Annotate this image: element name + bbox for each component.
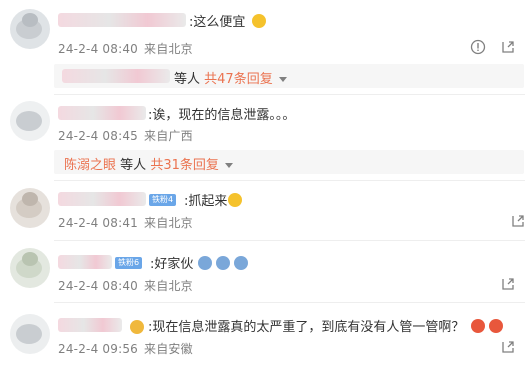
smile-emoji-icon (252, 14, 266, 28)
comment-text: :这么便宜 (189, 15, 246, 30)
divider (54, 180, 525, 181)
comment-location: 来自北京 (144, 42, 193, 56)
divider (54, 240, 525, 241)
divider (54, 302, 525, 303)
comment-location: 来自北京 (144, 216, 193, 230)
avatar[interactable] (10, 188, 50, 228)
comment-meta: 24-2-4 08:40 来自北京 (58, 40, 199, 57)
comment-location: 来自安徽 (144, 342, 193, 356)
comment-time: 24-2-4 08:45 (58, 129, 138, 143)
emoji-icon (471, 319, 485, 333)
reply-summary[interactable]: 等人 共47条回复 (54, 64, 524, 88)
fan-badge: 铁粉4 (149, 194, 177, 206)
comment-time: 24-2-4 08:40 (58, 279, 138, 293)
comment-location: 来自广西 (144, 129, 193, 143)
comment-location: 来自北京 (144, 279, 193, 293)
comment-text: :诶，现在的信息泄露。。。 (148, 108, 296, 123)
reply-suffix: 等人 (120, 158, 147, 173)
reply-count-link[interactable]: 共31条回复 (150, 158, 219, 173)
username-blurred[interactable] (58, 106, 146, 120)
avatar[interactable] (10, 314, 50, 354)
fan-badge: 铁粉6 (115, 257, 143, 269)
username-blurred[interactable] (58, 318, 122, 332)
comment-text: :好家伙 (150, 257, 194, 272)
username-blurred[interactable] (58, 255, 112, 269)
reply-names-blurred (62, 69, 170, 83)
comment-meta: 24-2-4 09:56 来自安徽 (58, 340, 199, 357)
comment-text: :抓起来 (184, 194, 228, 209)
comment-time: 24-2-4 08:40 (58, 42, 138, 56)
share-icon[interactable] (500, 339, 516, 355)
comment-time: 24-2-4 08:41 (58, 216, 138, 230)
comment-time: 24-2-4 09:56 (58, 342, 138, 356)
info-circle-icon[interactable] (470, 39, 486, 55)
emoji-icon (228, 193, 242, 207)
avatar[interactable] (10, 248, 50, 288)
reply-suffix: 等人 (174, 72, 201, 87)
comment-text: :现在信息泄露真的太严重了，到底有没有人管一管啊？ (148, 320, 465, 335)
chevron-down-icon (224, 163, 233, 168)
emoji-icon (489, 319, 503, 333)
share-icon[interactable] (500, 39, 516, 55)
emoji-icon (234, 256, 248, 270)
reply-first-name[interactable]: 陈溺之眼 (64, 158, 116, 173)
comment-meta: 24-2-4 08:40 来自北京 (58, 277, 199, 294)
username-blurred[interactable] (58, 192, 146, 206)
reply-count-link[interactable]: 共47条回复 (204, 72, 273, 87)
comment-meta: 24-2-4 08:41 来自北京 (58, 214, 199, 231)
reply-summary[interactable]: 陈溺之眼 等人 共31条回复 (54, 150, 524, 174)
share-icon[interactable] (500, 276, 516, 292)
vip-crown-icon (130, 320, 144, 334)
emoji-icon (198, 256, 212, 270)
divider (54, 94, 525, 95)
username-blurred[interactable] (58, 13, 186, 27)
chevron-down-icon (278, 77, 287, 82)
share-icon[interactable] (510, 213, 525, 229)
avatar[interactable] (10, 101, 50, 141)
comment-meta: 24-2-4 08:45 来自广西 (58, 127, 199, 144)
emoji-icon (216, 256, 230, 270)
avatar[interactable] (10, 9, 50, 49)
